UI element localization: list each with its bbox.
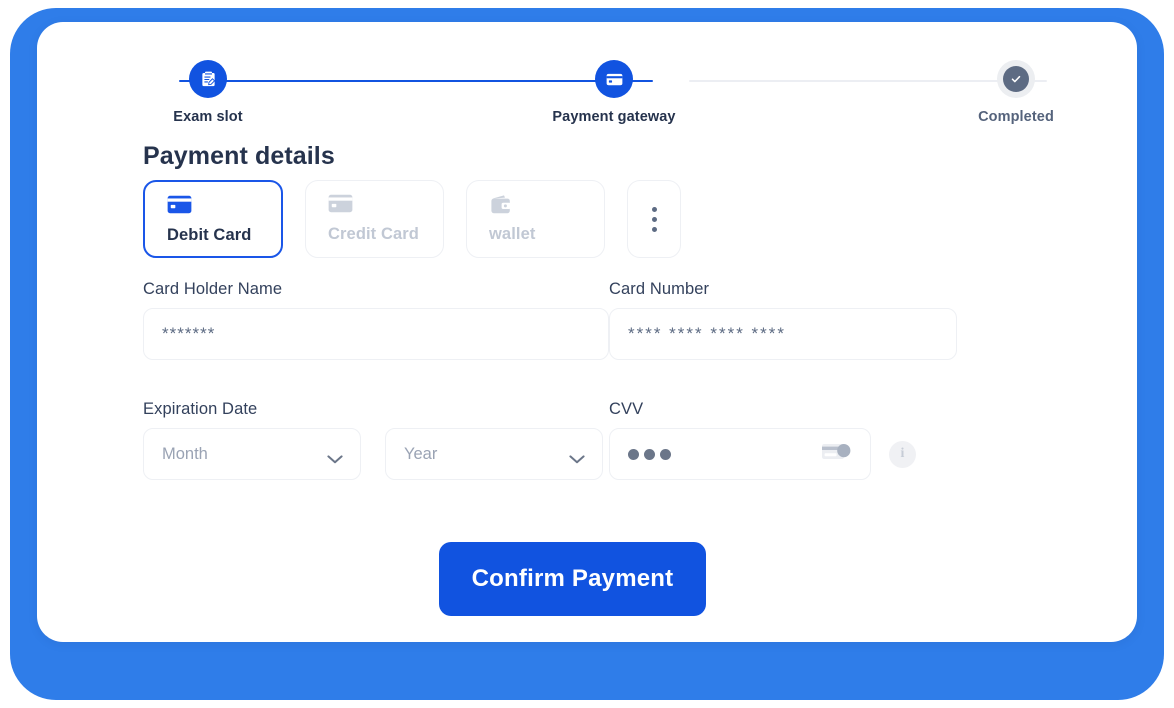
clipboard-edit-icon [189,60,227,98]
cvv-row: i [609,428,1031,480]
expiration-month-select[interactable]: Month [143,428,361,480]
payment-method-label-credit-card: Credit Card [328,225,419,243]
card-holder-name-input[interactable]: ******* [143,308,609,360]
field-card-holder-name: Card Holder Name ******* [143,280,609,360]
cvv-masked-value [628,448,671,460]
screen-root: Exam slot Payment gateway Completed Paym… [0,0,1174,708]
expiration-year-select[interactable]: Year [385,428,603,480]
info-icon[interactable]: i [889,440,916,468]
expiration-month-value: Month [162,444,208,463]
payment-method-wallet[interactable]: wallet [466,180,605,258]
form-row-expiry-cvv: Expiration Date Month Year CVV i [143,400,1031,480]
label-cvv: CVV [609,400,644,418]
card-number-input[interactable]: **** **** **** **** [609,308,957,360]
payment-card-panel: Exam slot Payment gateway Completed Paym… [37,22,1137,642]
page-title: Payment details [143,142,335,170]
progress-stepper: Exam slot Payment gateway Completed [143,60,1054,140]
payment-method-credit-card[interactable]: Credit Card [305,180,444,258]
check-circle-icon [997,60,1035,98]
credit-card-icon [167,195,281,217]
stepper-step-completed[interactable]: Completed [951,60,1081,125]
selects-spacer [361,428,385,480]
chevron-down-icon [569,450,585,463]
stepper-label-completed: Completed [978,109,1054,125]
stepper-step-exam-slot[interactable]: Exam slot [143,60,273,125]
payment-method-debit-card[interactable]: Debit Card [143,180,283,258]
label-expiration-date: Expiration Date [143,400,258,418]
payment-method-more-button[interactable] [627,180,681,258]
label-card-holder-name: Card Holder Name [143,280,283,298]
stepper-label-payment-gateway: Payment gateway [552,109,676,125]
stepper-step-payment-gateway[interactable]: Payment gateway [549,60,679,125]
credit-card-icon [595,60,633,98]
payment-method-tabs: Debit Card Credit Card wallet [143,180,681,258]
field-cvv: CVV i [609,400,1031,480]
payment-method-label-debit-card: Debit Card [167,226,252,244]
form-row-spacer [143,360,1031,400]
payment-form: Card Holder Name ******* Card Number ***… [143,280,1031,480]
payment-method-label-wallet: wallet [489,225,536,243]
chevron-down-icon [327,450,343,463]
stepper-label-exam-slot: Exam slot [173,109,243,125]
credit-card-icon [328,194,443,216]
expiration-selects: Month Year [143,428,609,480]
cvv-input[interactable] [609,428,871,480]
kebab-menu-icon [651,206,657,232]
wallet-icon [489,194,604,216]
field-expiration-date: Expiration Date Month Year [143,400,609,480]
expiration-year-value: Year [404,444,438,463]
field-card-number: Card Number **** **** **** **** [609,280,1031,360]
label-card-number: Card Number [609,280,710,298]
form-row-card-identity: Card Holder Name ******* Card Number ***… [143,280,1031,360]
confirm-payment-button[interactable]: Confirm Payment [439,542,706,616]
card-back-cvv-icon [821,441,854,468]
